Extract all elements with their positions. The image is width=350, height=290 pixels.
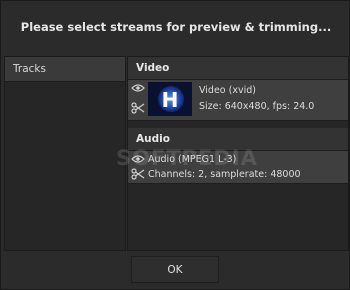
scissors-icon[interactable] <box>131 102 145 114</box>
tracks-header: Tracks <box>5 57 125 82</box>
video-section-header: Video <box>128 57 348 79</box>
streams-panel: Video H Video (xvid) Size: 640x480, fps:… <box>127 56 349 251</box>
video-thumbnail: H <box>148 82 192 116</box>
audio-section-header: Audio <box>128 128 348 150</box>
video-stream-name: Video (xvid) <box>199 85 256 96</box>
dialog-title: Please select streams for preview & trim… <box>20 20 332 34</box>
stream-selection-dialog: Please select streams for preview & trim… <box>0 0 350 290</box>
eye-icon[interactable] <box>131 83 145 93</box>
video-stream-row[interactable]: H Video (xvid) Size: 640x480, fps: 24.0 <box>128 79 348 121</box>
ok-button[interactable]: OK <box>131 256 219 283</box>
thumbnail-glyph: H <box>161 88 179 112</box>
tracks-panel: Tracks <box>4 56 126 251</box>
video-stream-details: Size: 640x480, fps: 24.0 <box>199 101 315 112</box>
scissors-icon[interactable] <box>131 168 145 180</box>
audio-stream-details: Channels: 2, samplerate: 48000 <box>148 169 301 180</box>
audio-stream-row[interactable]: Audio (MPEG1 L-3) Channels: 2, samplerat… <box>128 150 348 184</box>
eye-icon[interactable] <box>131 154 145 164</box>
audio-stream-name: Audio (MPEG1 L-3) <box>148 154 237 165</box>
